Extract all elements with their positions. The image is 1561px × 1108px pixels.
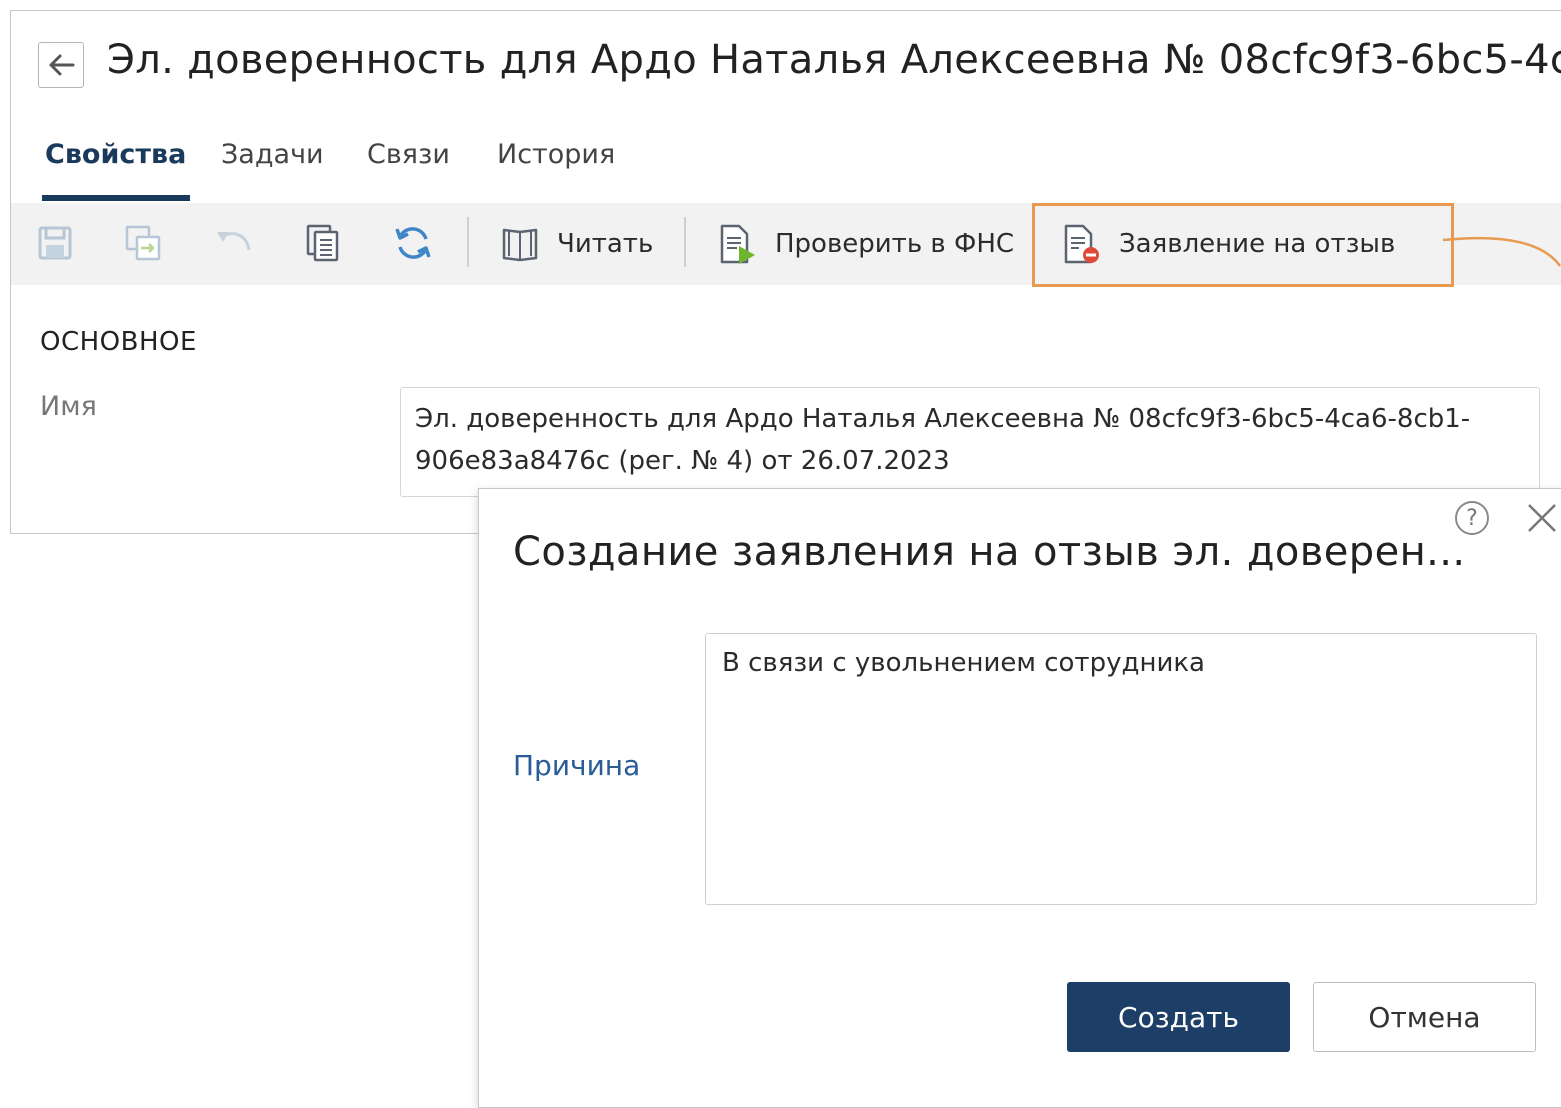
create-button[interactable]: Создать bbox=[1067, 982, 1290, 1052]
tab-history[interactable]: История bbox=[497, 139, 615, 203]
reason-textarea[interactable]: В связи с увольнением сотрудника bbox=[705, 633, 1537, 905]
copy-icon[interactable] bbox=[301, 221, 345, 265]
cancel-button[interactable]: Отмена bbox=[1313, 982, 1536, 1052]
toolbar-separator bbox=[684, 217, 686, 267]
tab-tasks[interactable]: Задачи bbox=[221, 139, 324, 203]
tab-properties[interactable]: Свойства bbox=[41, 139, 191, 203]
arrow-left-icon bbox=[49, 54, 75, 76]
callout-connector bbox=[1443, 236, 1561, 267]
read-label: Читать bbox=[557, 229, 654, 259]
book-icon bbox=[502, 228, 538, 262]
section-title: ОСНОВНОЕ bbox=[40, 327, 197, 357]
check-fns-label: Проверить в ФНС bbox=[775, 229, 1015, 259]
revoke-application-label: Заявление на отзыв bbox=[1119, 229, 1396, 259]
refresh-icon[interactable] bbox=[391, 221, 435, 265]
reason-label: Причина bbox=[513, 749, 641, 782]
close-icon[interactable] bbox=[1525, 501, 1559, 535]
document-card: Эл. доверенность для Ардо Наталья Алексе… bbox=[10, 10, 1561, 534]
dialog-title: Создание заявления на отзыв эл. доверен.… bbox=[513, 529, 1466, 575]
page-title: Эл. доверенность для Ардо Наталья Алексе… bbox=[107, 37, 1561, 83]
save-icon[interactable] bbox=[33, 221, 77, 265]
create-revocation-dialog: ? Создание заявления на отзыв эл. довере… bbox=[478, 488, 1561, 1108]
document-minus-icon bbox=[1064, 224, 1099, 264]
tab-links[interactable]: Связи bbox=[367, 139, 450, 203]
name-label: Имя bbox=[40, 391, 97, 422]
toolbar-separator bbox=[467, 217, 469, 267]
read-button[interactable]: Читать bbox=[501, 217, 653, 271]
document-play-icon bbox=[720, 224, 755, 264]
toolbar: Читать Проверить в ФНС Заявление на отзы… bbox=[11, 203, 1561, 287]
revoke-application-button[interactable]: Заявление на отзыв bbox=[1063, 217, 1395, 271]
save-and-close-icon[interactable] bbox=[121, 221, 165, 265]
back-button[interactable] bbox=[38, 42, 84, 88]
check-fns-button[interactable]: Проверить в ФНС bbox=[719, 217, 1014, 271]
undo-icon[interactable] bbox=[211, 221, 255, 265]
name-field[interactable]: Эл. доверенность для Ардо Наталья Алексе… bbox=[400, 387, 1540, 497]
